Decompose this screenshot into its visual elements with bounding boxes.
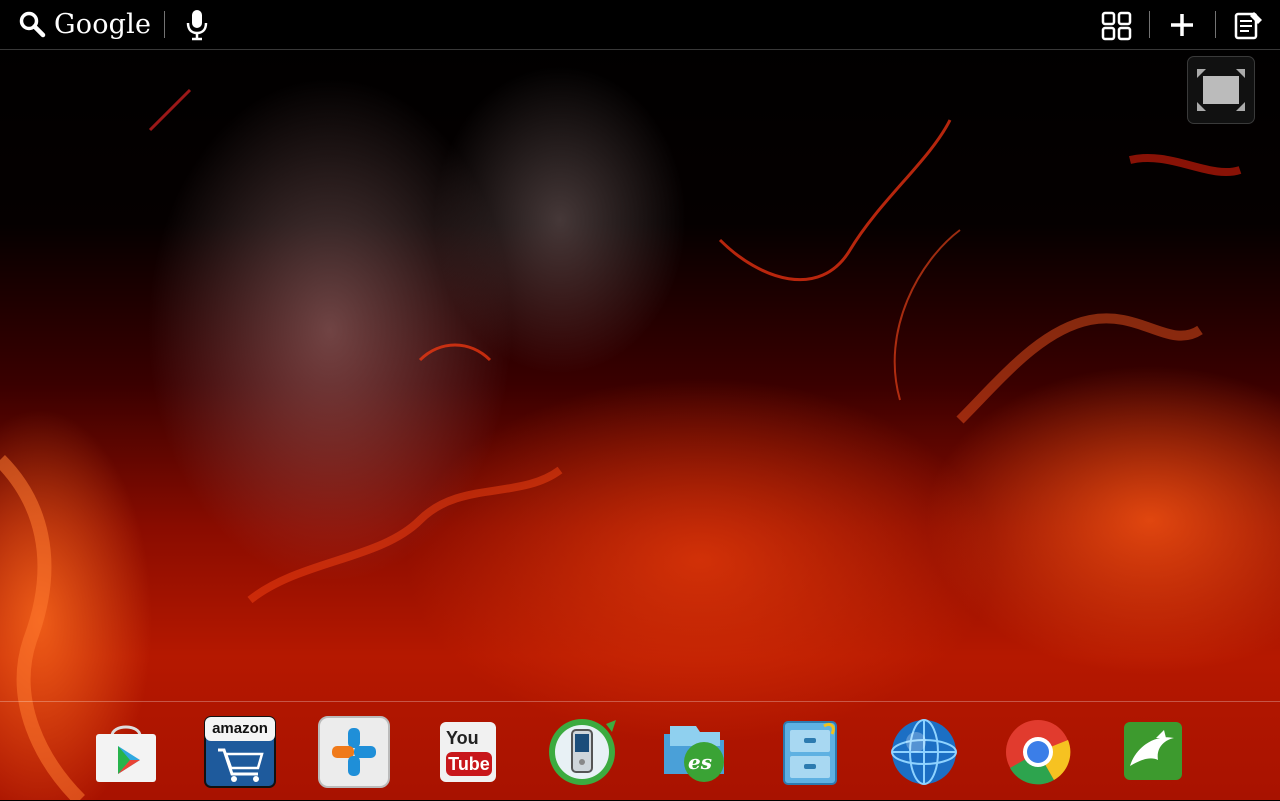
amazon-wordmark: amazon: [212, 720, 268, 737]
add-plus-icon: [1171, 14, 1193, 36]
globe-browser-icon: [891, 719, 957, 785]
top-divider: [1215, 11, 1216, 38]
plus-cross-app-icon: [318, 716, 390, 788]
file-cabinet-icon: [783, 721, 837, 785]
dolphin-browser-icon: [1124, 722, 1182, 780]
phone-sync-app[interactable]: [546, 716, 618, 788]
top-divider: [1149, 11, 1150, 38]
globe-browser-app[interactable]: [888, 716, 960, 788]
voice-search-button[interactable]: [183, 8, 211, 42]
fullscreen-toggle-icon: [1197, 69, 1245, 111]
dolphin-browser-app[interactable]: [1116, 716, 1188, 788]
play-store-icon: [96, 725, 156, 782]
notes-button[interactable]: [1232, 8, 1266, 42]
play-store-app[interactable]: [90, 716, 162, 788]
wallpaper-streaks: [0, 88, 1242, 800]
google-search-label: Google: [54, 8, 152, 40]
google-search-button[interactable]: Google: [18, 6, 151, 42]
es-logo-text: es: [688, 750, 712, 774]
all-apps-button[interactable]: [1100, 8, 1134, 42]
fire-wallpaper: [0, 0, 1280, 800]
youtube-you-text: You: [446, 728, 479, 748]
all-apps-grid-icon: [1101, 11, 1132, 41]
fullscreen-toggle-button[interactable]: [1187, 56, 1255, 124]
top-divider: [164, 11, 165, 38]
amazon-app[interactable]: amazon: [204, 716, 276, 788]
file-cabinet-app[interactable]: [774, 716, 846, 788]
app-dock: amazon You Tube es: [0, 701, 1280, 801]
plus-cross-app[interactable]: [318, 716, 390, 788]
chrome-icon: [1006, 720, 1071, 785]
youtube-app[interactable]: You Tube: [432, 716, 504, 788]
top-bar: Google: [0, 0, 1280, 50]
notes-edit-icon: [1234, 12, 1262, 40]
search-icon: [19, 11, 46, 38]
youtube-tube-text: Tube: [446, 752, 492, 776]
microphone-icon: [186, 10, 208, 41]
phone-sync-icon: [549, 719, 616, 785]
es-file-explorer-app[interactable]: es: [660, 716, 732, 788]
add-widget-button[interactable]: [1165, 8, 1199, 42]
chrome-app[interactable]: [1002, 716, 1074, 788]
